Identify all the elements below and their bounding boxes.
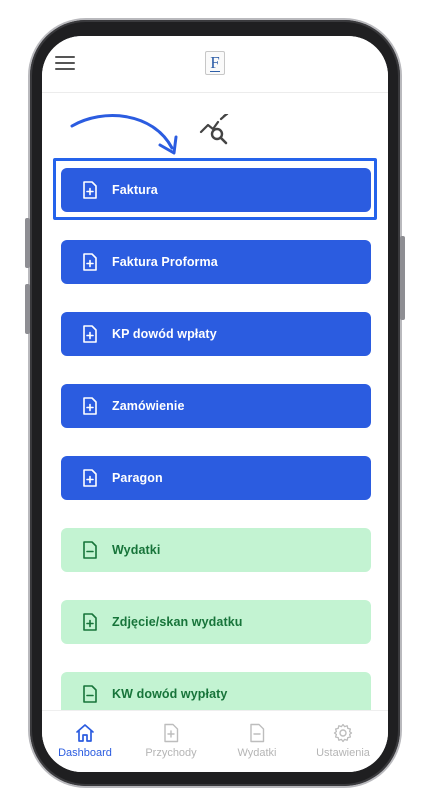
bottom-navigation: Dashboard Przychody Wydatki Ustawienia [42,710,388,772]
nav-label: Wydatki [237,747,277,759]
menu-item-wydatki[interactable]: Wydatki [61,528,371,572]
gear-icon [333,723,353,743]
file-minus-icon [82,685,98,703]
app-screen: F Faktura Faktura Proforma KP dowód wpła… [42,36,388,772]
nav-przychody[interactable]: Przychody [128,723,214,759]
nav-label: Przychody [145,747,197,759]
menu-item-paragon[interactable]: Paragon [61,456,371,500]
file-plus-icon [82,325,98,343]
nav-dashboard[interactable]: Dashboard [42,723,128,759]
phone-side-button [25,284,30,334]
nav-label: Dashboard [58,747,112,759]
logo-letter: F [210,53,220,72]
curved-arrow-icon [70,114,178,155]
file-plus-icon [82,613,98,631]
top-bar: F [42,36,388,93]
file-plus-icon [82,253,98,271]
menu-item-label: KP dowód wpłaty [112,327,217,341]
menu-item-label: Zamówienie [112,399,185,413]
file-minus-icon [250,723,265,743]
menu-item-faktura-proforma[interactable]: Faktura Proforma [61,240,371,284]
file-plus-icon [82,469,98,487]
home-icon [76,724,94,742]
menu-item-label: Zdjęcie/skan wydatku [112,615,243,629]
menu-item-label: Wydatki [112,543,161,557]
phone-side-button [25,218,30,268]
file-plus-icon [164,723,179,743]
app-logo: F [205,51,225,75]
menu-item-label: KW dowód wypłaty [112,687,228,701]
chart-search-icon[interactable] [199,114,233,148]
menu-item-label: Paragon [112,471,163,485]
phone-side-button [400,236,405,320]
nav-label: Ustawienia [316,747,370,759]
hamburger-menu-icon[interactable] [55,56,75,72]
menu-item-faktura[interactable]: Faktura [61,168,371,212]
file-plus-icon [82,397,98,415]
menu-item-kp[interactable]: KP dowód wpłaty [61,312,371,356]
menu-item-label: Faktura Proforma [112,255,218,269]
menu-item-zdjecie-skan[interactable]: Zdjęcie/skan wydatku [61,600,371,644]
file-minus-icon [82,541,98,559]
menu-item-label: Faktura [112,183,158,197]
file-plus-icon [82,181,98,199]
nav-wydatki[interactable]: Wydatki [214,723,300,759]
logo-underline [210,71,220,72]
nav-ustawienia[interactable]: Ustawienia [300,723,386,759]
menu-item-zamowienie[interactable]: Zamówienie [61,384,371,428]
